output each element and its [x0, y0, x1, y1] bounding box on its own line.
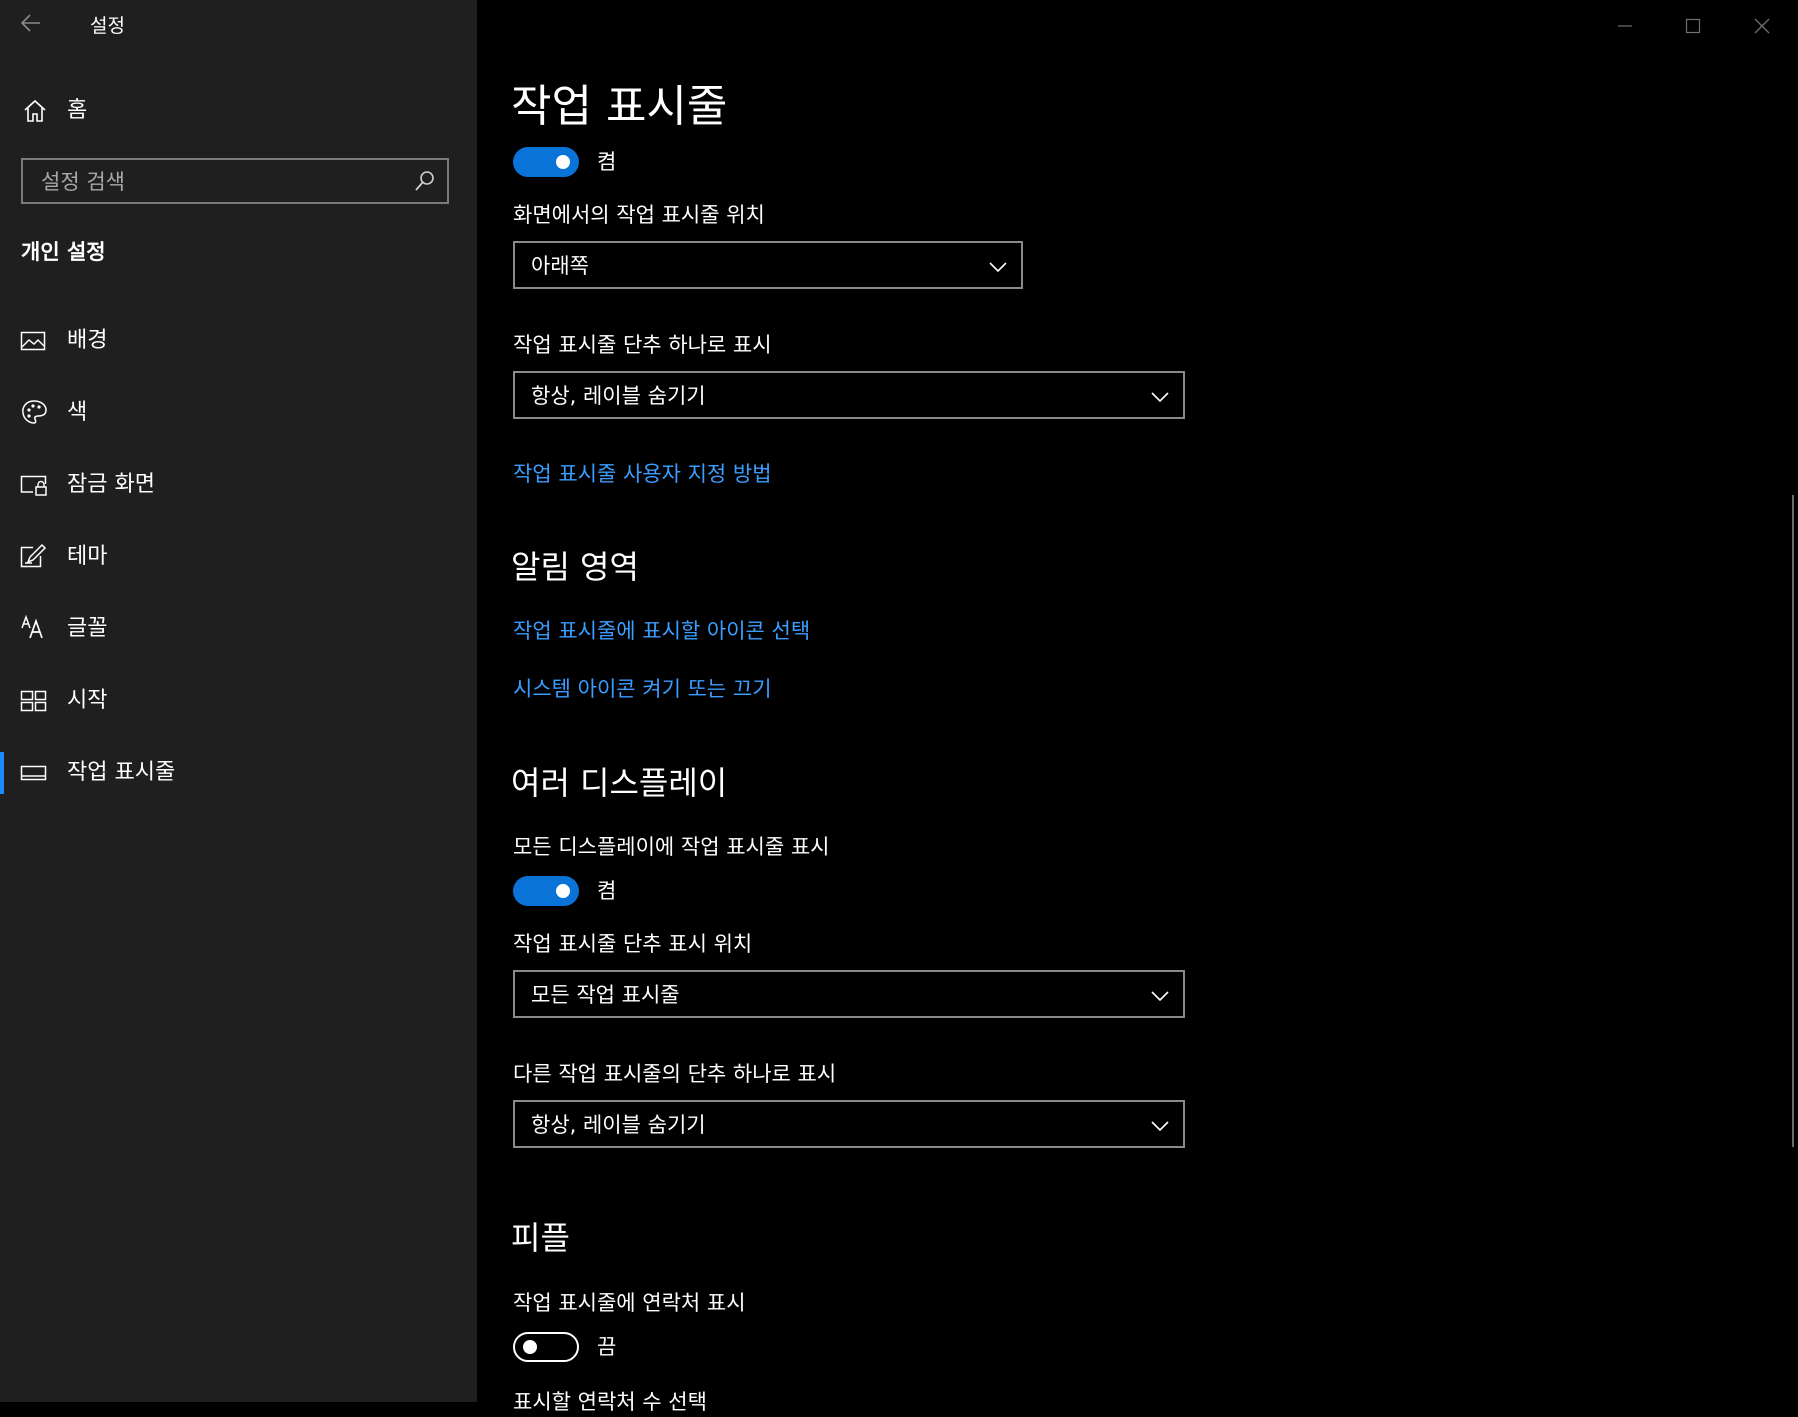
search-input[interactable] [39, 166, 423, 198]
taskbar-icon [20, 760, 48, 788]
font-icon [20, 614, 48, 642]
back-arrow-icon[interactable] [20, 8, 46, 42]
customize-taskbar-link[interactable]: 작업 표시줄 사용자 지정 방법 [513, 459, 772, 489]
select-icons-link[interactable]: 작업 표시줄에 표시할 아이콘 선택 [513, 616, 810, 646]
chevron-down-icon [989, 262, 1007, 273]
palette-icon [20, 398, 48, 426]
sidebar-item-taskbar[interactable]: 작업 표시줄 [0, 752, 450, 794]
sidebar-item-color[interactable]: 색 [20, 398, 450, 428]
minimize-button[interactable] [1605, 10, 1645, 42]
dropdown-value: 항상, 레이블 숨기기 [531, 1113, 706, 1137]
sidebar: 설정 홈 개인 설정 배경 색 잠금 화면 테마 [0, 0, 477, 1402]
toggle-state-label: 켬 [597, 150, 617, 174]
search-box[interactable] [21, 158, 449, 204]
page-title: 작업 표시줄 [511, 81, 728, 132]
sidebar-item-label: 글꼴 [67, 616, 108, 641]
maximize-icon [1685, 18, 1701, 34]
combine-other-dropdown[interactable]: 항상, 레이블 숨기기 [513, 1100, 1185, 1148]
sidebar-item-start[interactable]: 시작 [20, 686, 450, 716]
sidebar-item-label: 테마 [67, 544, 108, 569]
chevron-down-icon [1151, 991, 1169, 1002]
toggle-knob [523, 1340, 537, 1354]
sidebar-item-background[interactable]: 배경 [20, 326, 450, 356]
sidebar-item-fonts[interactable]: 글꼴 [20, 614, 450, 644]
sidebar-item-label: 배경 [67, 328, 108, 353]
people-heading: 피플 [511, 1219, 570, 1257]
toggle-knob [556, 884, 570, 898]
multiple-displays-heading: 여러 디스플레이 [511, 764, 728, 802]
lock-screen-icon [20, 472, 48, 500]
system-icons-link[interactable]: 시스템 아이콘 켜기 또는 끄기 [513, 674, 772, 704]
combine-buttons-dropdown[interactable]: 항상, 레이블 숨기기 [513, 371, 1185, 419]
home-icon [22, 98, 50, 126]
toggle-state-label: 끔 [597, 1335, 617, 1359]
picture-icon [20, 328, 48, 356]
sidebar-item-label: 작업 표시줄 [67, 760, 176, 785]
app-title: 설정 [90, 15, 125, 37]
close-icon [1754, 18, 1770, 34]
toggle-state-label: 켬 [597, 879, 617, 903]
taskbar-lock-toggle[interactable] [513, 147, 579, 177]
contacts-label: 작업 표시줄에 연락처 표시 [513, 1291, 746, 1315]
sidebar-item-label: 잠금 화면 [67, 472, 155, 497]
show-all-displays-toggle[interactable] [513, 876, 579, 906]
dropdown-value: 항상, 레이블 숨기기 [531, 384, 706, 408]
combine-buttons-label: 작업 표시줄 단추 하나로 표시 [513, 333, 772, 357]
taskbar-position-label: 화면에서의 작업 표시줄 위치 [513, 203, 765, 227]
maximize-button[interactable] [1673, 10, 1713, 42]
sidebar-item-lock-screen[interactable]: 잠금 화면 [20, 470, 450, 500]
contacts-toggle[interactable] [513, 1332, 579, 1362]
sidebar-item-themes[interactable]: 테마 [20, 542, 450, 572]
sidebar-item-label: 시작 [67, 688, 108, 713]
toggle-knob [556, 155, 570, 169]
taskbar-position-dropdown[interactable]: 아래쪽 [513, 241, 1023, 289]
sidebar-item-label: 색 [67, 400, 88, 425]
sidebar-item-home[interactable]: 홈 [20, 96, 440, 126]
close-button[interactable] [1742, 10, 1782, 42]
buttons-location-label: 작업 표시줄 단추 표시 위치 [513, 932, 753, 956]
start-tiles-icon [20, 688, 48, 716]
theme-brush-icon [20, 542, 48, 570]
dropdown-value: 아래쪽 [531, 254, 589, 278]
contacts-count-label: 표시할 연락처 수 선택 [513, 1390, 707, 1414]
home-label: 홈 [67, 98, 88, 123]
scrollbar[interactable] [1792, 495, 1794, 1147]
combine-other-label: 다른 작업 표시줄의 단추 하나로 표시 [513, 1062, 837, 1086]
chevron-down-icon [1151, 392, 1169, 403]
show-all-displays-label: 모든 디스플레이에 작업 표시줄 표시 [513, 835, 830, 859]
notification-area-heading: 알림 영역 [511, 548, 639, 586]
section-title: 개인 설정 [21, 240, 106, 264]
buttons-location-dropdown[interactable]: 모든 작업 표시줄 [513, 970, 1185, 1018]
search-icon[interactable] [413, 169, 437, 193]
chevron-down-icon [1151, 1121, 1169, 1132]
dropdown-value: 모든 작업 표시줄 [531, 983, 680, 1007]
minimize-icon [1618, 25, 1632, 27]
